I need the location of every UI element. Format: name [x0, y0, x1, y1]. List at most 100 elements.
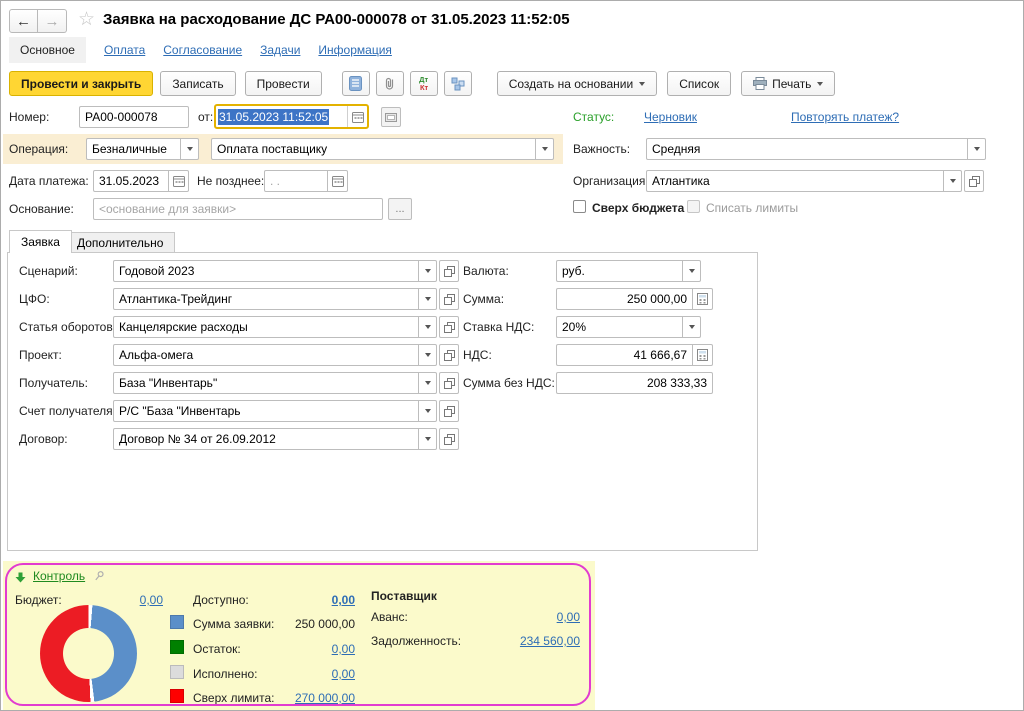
dropdown-button[interactable] — [419, 344, 437, 366]
dropdown-button[interactable] — [419, 400, 437, 422]
list-button[interactable]: Список — [667, 71, 731, 96]
open-form-icon — [969, 176, 980, 187]
post-button[interactable]: Провести — [245, 71, 322, 96]
dropdown-button[interactable] — [968, 138, 986, 160]
attachments-button[interactable] — [376, 71, 404, 96]
basis-field[interactable]: <основание для заявки> — [93, 198, 383, 220]
importance-field[interactable]: Средняя — [646, 138, 986, 160]
budget-label: Бюджет: — [15, 593, 62, 607]
vat-rate-field[interactable]: 20% — [556, 316, 701, 338]
tab-tasks[interactable]: Задачи — [260, 43, 300, 57]
payee-account-field[interactable]: Р/С "База "Инвентарь — [113, 400, 459, 422]
supplier-title: Поставщик — [371, 589, 437, 603]
open-button[interactable] — [439, 372, 459, 394]
amount-field[interactable]: 250 000,00 — [556, 288, 713, 310]
legend-label-remainder: Остаток: — [193, 642, 241, 656]
budget-value-link[interactable]: 0,00 — [113, 593, 163, 607]
contract-field[interactable]: Договор № 34 от 26.09.2012 — [113, 428, 459, 450]
dropdown-button[interactable] — [944, 170, 962, 192]
amount-without-vat-field[interactable]: 208 333,33 — [556, 372, 713, 394]
operation-type-field[interactable]: Безналичные — [86, 138, 199, 160]
legend-value-over-limit[interactable]: 270 000,00 — [255, 691, 355, 705]
dropdown-button[interactable] — [419, 372, 437, 394]
basis-label: Основание: — [9, 202, 74, 216]
not-later-field[interactable]: . . — [264, 170, 348, 192]
chevron-down-icon — [425, 409, 431, 413]
payment-date-field[interactable]: 31.05.2023 — [93, 170, 189, 192]
open-button[interactable] — [964, 170, 984, 192]
dropdown-button[interactable] — [419, 428, 437, 450]
currency-field[interactable]: руб. — [556, 260, 701, 282]
save-button[interactable]: Записать — [160, 71, 235, 96]
operation-kind-field[interactable]: Оплата поставщику — [211, 138, 554, 160]
legend-swatch-over-limit — [170, 689, 184, 703]
back-button[interactable]: ← — [9, 9, 38, 33]
calendar-button[interactable] — [328, 170, 348, 192]
turnover-item-label: Статья оборотов: — [19, 320, 116, 334]
project-field[interactable]: Альфа-омега — [113, 344, 459, 366]
number-field[interactable]: РА00-000078 — [79, 106, 189, 128]
advance-value-link[interactable]: 0,00 — [463, 610, 580, 624]
available-value-link[interactable]: 0,00 — [255, 593, 355, 607]
control-expand-icon[interactable] — [15, 570, 26, 588]
open-button[interactable] — [439, 260, 459, 282]
tab-request[interactable]: Заявка — [9, 230, 72, 253]
post-and-close-button[interactable]: Провести и закрыть — [9, 71, 153, 96]
history-button[interactable] — [381, 107, 401, 127]
open-button[interactable] — [439, 288, 459, 310]
chevron-down-icon — [425, 381, 431, 385]
control-panel: Контроль Бюджет: 0,00 Доступно: 0,00 Сум… — [3, 561, 595, 710]
repeat-payment-link[interactable]: Повторять платеж? — [791, 110, 899, 124]
dropdown-button[interactable] — [181, 138, 199, 160]
dropdown-button[interactable] — [419, 288, 437, 310]
calculator-button[interactable] — [693, 288, 713, 310]
organization-field[interactable]: Атлантика — [646, 170, 984, 192]
vat-field[interactable]: 41 666,67 — [556, 344, 713, 366]
document-structure-button[interactable] — [444, 71, 472, 96]
over-budget-checkbox[interactable] — [573, 200, 586, 213]
open-button[interactable] — [439, 400, 459, 422]
tab-payment[interactable]: Оплата — [104, 43, 145, 57]
basis-more-button[interactable]: ... — [388, 198, 412, 220]
calendar-button[interactable] — [347, 106, 367, 127]
debt-value-link[interactable]: 234 560,00 — [463, 634, 580, 648]
chevron-down-icon — [425, 353, 431, 357]
print-button[interactable]: Печать — [741, 71, 835, 96]
dropdown-button[interactable] — [419, 260, 437, 282]
debit-credit-button[interactable]: Дт Кт — [410, 71, 438, 96]
chevron-down-icon — [187, 147, 193, 151]
calculator-button[interactable] — [693, 344, 713, 366]
forward-button[interactable]: → — [38, 9, 67, 33]
calculator-icon — [697, 293, 708, 305]
document-date-field[interactable]: 31.05.2023 11:52:05 — [214, 104, 369, 129]
dropdown-button[interactable] — [536, 138, 554, 160]
pin-icon[interactable] — [93, 569, 105, 587]
tab-information[interactable]: Информация — [318, 43, 391, 57]
dropdown-button[interactable] — [683, 316, 701, 338]
register-records-button[interactable] — [342, 71, 370, 96]
amount-without-vat-label: Сумма без НДС: — [463, 376, 555, 390]
create-based-on-button[interactable]: Создать на основании — [497, 71, 658, 96]
tab-main[interactable]: Основное — [9, 37, 86, 63]
open-button[interactable] — [439, 344, 459, 366]
favorite-star-icon[interactable]: ☆ — [78, 8, 95, 31]
dropdown-button[interactable] — [683, 260, 701, 282]
open-button[interactable] — [439, 428, 459, 450]
tab-approval[interactable]: Согласование — [163, 43, 242, 57]
history-nav: ← → — [9, 9, 67, 33]
calendar-button[interactable] — [169, 170, 189, 192]
back-icon: ← — [16, 13, 31, 30]
cfo-field[interactable]: Атлантика-Трейдинг — [113, 288, 459, 310]
legend-swatch-request-amount — [170, 615, 184, 629]
tab-additional[interactable]: Дополнительно — [65, 232, 175, 253]
legend-value-remainder[interactable]: 0,00 — [255, 642, 355, 656]
date-label: от: — [198, 110, 213, 124]
control-section-link[interactable]: Контроль — [33, 569, 85, 583]
status-value-link[interactable]: Черновик — [644, 110, 697, 124]
open-button[interactable] — [439, 316, 459, 338]
legend-value-executed[interactable]: 0,00 — [255, 667, 355, 681]
scenario-field[interactable]: Годовой 2023 — [113, 260, 459, 282]
turnover-item-field[interactable]: Канцелярские расходы — [113, 316, 459, 338]
payee-field[interactable]: База "Инвентарь" — [113, 372, 459, 394]
dropdown-button[interactable] — [419, 316, 437, 338]
